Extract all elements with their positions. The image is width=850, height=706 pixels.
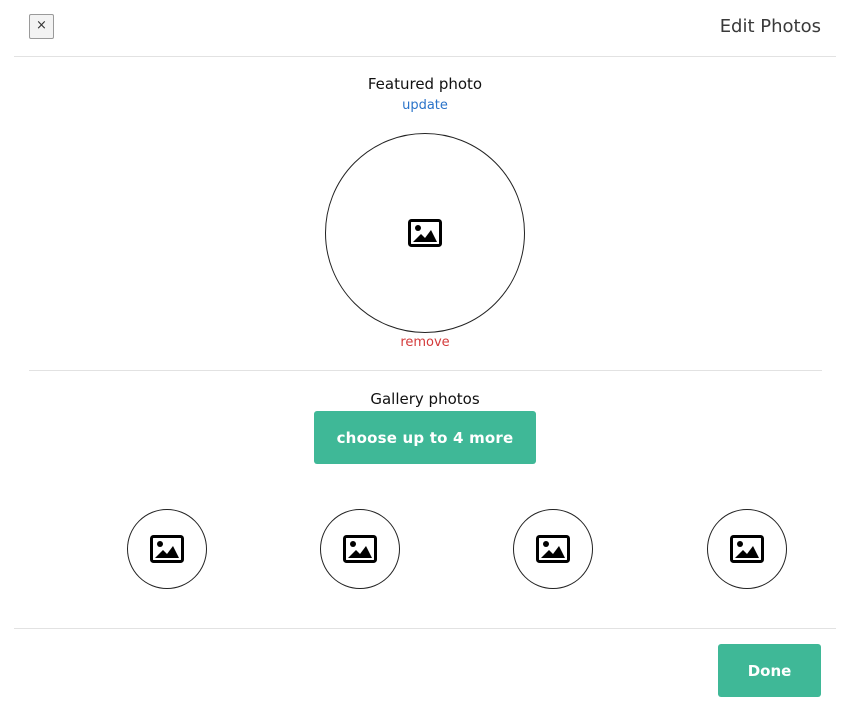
gallery-photos-title: Gallery photos [370,390,480,408]
header-divider [14,56,836,57]
featured-photo-slot[interactable] [325,133,525,333]
close-button[interactable]: × [29,14,54,39]
featured-photo-title: Featured photo [367,75,483,93]
gallery-photo-slot-4[interactable] [707,509,787,589]
footer-divider [14,628,836,629]
done-button[interactable]: Done [718,644,821,697]
gallery-photo-slot-2[interactable] [320,509,400,589]
image-icon [408,219,442,247]
gallery-photo-slot-1[interactable] [127,509,207,589]
update-featured-link[interactable]: update [0,98,850,113]
modal-title: Edit Photos [719,16,821,37]
image-icon [343,535,377,563]
choose-photos-button[interactable]: choose up to 4 more [314,411,536,464]
remove-featured-link[interactable]: remove [0,335,850,350]
section-divider [29,370,822,371]
image-icon [730,535,764,563]
gallery-photo-slot-3[interactable] [513,509,593,589]
edit-photos-modal: × Edit Photos Featured photo update remo… [0,0,850,706]
image-icon [150,535,184,563]
image-icon [536,535,570,563]
